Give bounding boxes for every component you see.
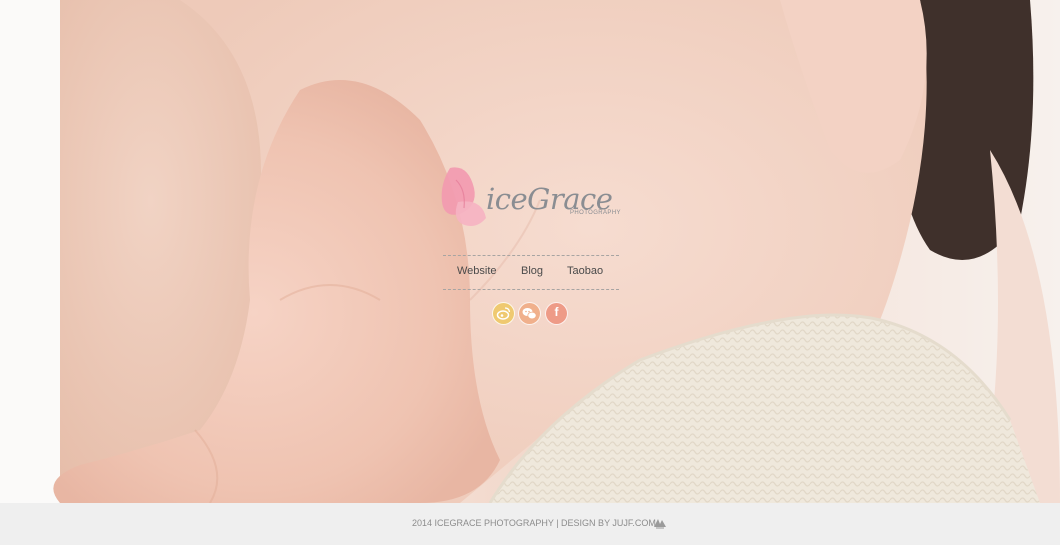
weibo-icon [496, 307, 511, 320]
hero-photo: iceGrace PHOTOGRAPHY Website Blog Taobao… [0, 0, 1060, 503]
facebook-icon: f [554, 305, 559, 319]
nav-link-taobao[interactable]: Taobao [567, 265, 603, 277]
nav-link-blog[interactable]: Blog [521, 265, 543, 277]
nav-link-website[interactable]: Website [457, 265, 497, 277]
brand-subtitle: PHOTOGRAPHY [570, 210, 621, 216]
main-nav: Website Blog Taobao [443, 255, 619, 290]
wechat-icon [522, 308, 537, 320]
designer-logo-icon[interactable] [653, 518, 667, 529]
weibo-button[interactable] [492, 302, 515, 325]
footer-copyright: 2014 ICEGRACE PHOTOGRAPHY | DESIGN BY JU… [412, 518, 656, 528]
brand-logo[interactable]: iceGrace PHOTOGRAPHY [438, 162, 628, 232]
baby-photo [0, 0, 1060, 503]
wechat-button[interactable] [518, 302, 541, 325]
facebook-button[interactable]: f [545, 302, 568, 325]
footer: 2014 ICEGRACE PHOTOGRAPHY | DESIGN BY JU… [0, 503, 1060, 545]
